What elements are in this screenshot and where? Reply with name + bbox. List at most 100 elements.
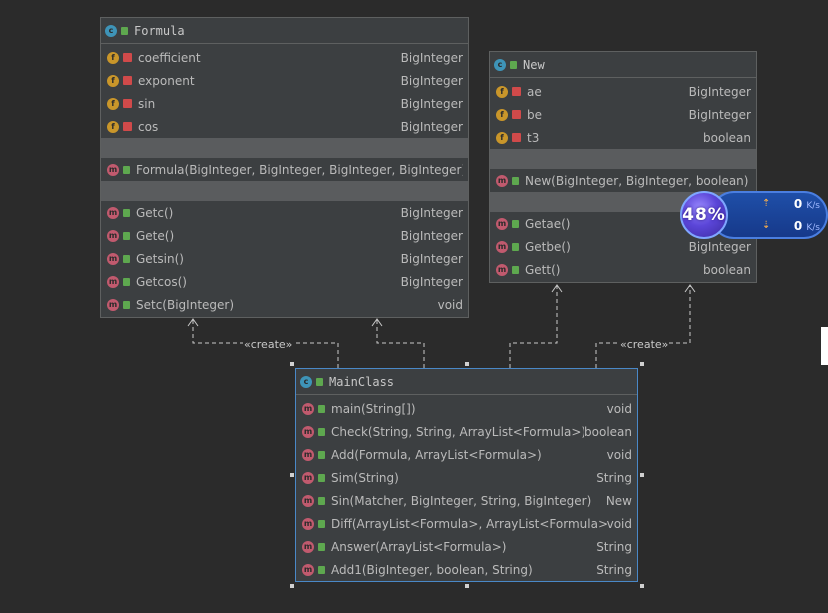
method-icon: m [107, 163, 119, 176]
dependency-line [509, 286, 558, 368]
class-new[interactable]: c New f ae BigInteger f be BigInteger f t3 boo… [489, 51, 757, 283]
method-row[interactable]: m Sin(Matcher, BigInteger, String, BigInt… [296, 489, 637, 512]
public-icon [318, 519, 325, 528]
field-row[interactable]: f t3 boolean [490, 126, 756, 149]
field-type: BigInteger [400, 73, 463, 88]
field-name: ae [527, 84, 542, 99]
return-type: void [606, 516, 632, 531]
constructor-row[interactable]: m Formula(BigInteger, BigInteger, BigInte… [101, 158, 468, 181]
create-label: «create» [619, 338, 670, 351]
network-speed-widget[interactable]: ⇡ ⇣ 0 K/s 0 K/s 48% [680, 189, 828, 241]
method-row[interactable]: m Gete() BigInteger [101, 224, 468, 247]
return-type: BigInteger [400, 228, 463, 243]
resize-handle[interactable] [640, 362, 644, 366]
private-icon [512, 87, 521, 96]
constructor-signature: Formula(BigInteger, BigInteger, BigInteg… [136, 162, 463, 177]
class-header: c New [490, 52, 756, 78]
field-row[interactable]: f ae BigInteger [490, 80, 756, 103]
public-icon [510, 60, 517, 69]
method-row[interactable]: m Getsin() BigInteger [101, 247, 468, 270]
method-signature: Gete() [136, 228, 175, 243]
upload-speed: 0 K/s [794, 197, 820, 211]
usage-percent: 48% [682, 205, 726, 225]
field-row[interactable]: f coefficient BigInteger [101, 46, 468, 69]
method-signature: Answer(ArrayList<Formula>) [331, 539, 507, 554]
method-icon: m [302, 517, 314, 530]
field-row[interactable]: f be BigInteger [490, 103, 756, 126]
class-icon: c [300, 375, 312, 388]
field-name: cos [138, 119, 159, 134]
class-icon: c [494, 58, 506, 71]
method-icon: m [107, 275, 119, 288]
method-row[interactable]: m Sim(String) String [296, 466, 637, 489]
return-type: New [605, 493, 632, 508]
method-row[interactable]: m Add(Formula, ArrayList<Formula>) void [296, 443, 637, 466]
field-row[interactable]: f sin BigInteger [101, 92, 468, 115]
method-row[interactable]: m Answer(ArrayList<Formula>) String [296, 535, 637, 558]
return-type: String [596, 470, 632, 485]
public-icon [316, 377, 323, 386]
method-signature: Add1(BigInteger, boolean, String) [331, 562, 533, 577]
class-header: c MainClass [296, 369, 637, 395]
edge-tab[interactable] [821, 327, 828, 365]
usage-dial: 48% [680, 191, 728, 239]
return-type: BigInteger [688, 239, 751, 254]
method-icon: m [496, 217, 508, 230]
class-formula[interactable]: c Formula f coefficient BigInteger f expone… [100, 17, 469, 318]
public-icon [512, 242, 519, 251]
create-label: «create» [243, 338, 294, 351]
method-row[interactable]: m Check(String, String, ArrayList<Formula… [296, 420, 637, 443]
field-row[interactable]: f cos BigInteger [101, 115, 468, 138]
resize-handle[interactable] [640, 584, 644, 588]
method-row[interactable]: m Add1(BigInteger, boolean, String) String [296, 558, 637, 581]
resize-handle[interactable] [290, 473, 294, 477]
public-icon [123, 277, 130, 286]
method-icon: m [107, 298, 119, 311]
resize-handle[interactable] [290, 362, 294, 366]
arrow-head [187, 318, 199, 327]
private-icon [123, 53, 132, 62]
upload-arrow-icon: ⇡ [762, 198, 771, 209]
field-type: BigInteger [400, 96, 463, 111]
method-row[interactable]: m Diff(ArrayList<Formula>, ArrayList<Form… [296, 512, 637, 535]
public-icon [318, 450, 325, 459]
resize-handle[interactable] [290, 584, 294, 588]
method-signature: Add(Formula, ArrayList<Formula>) [331, 447, 542, 462]
field-row[interactable]: f exponent BigInteger [101, 69, 468, 92]
public-icon [512, 265, 519, 274]
arrow-head [371, 318, 383, 327]
method-row[interactable]: m Setc(BigInteger) void [101, 293, 468, 316]
method-icon: m [496, 240, 508, 253]
method-icon: m [302, 540, 314, 553]
class-mainclass[interactable]: c MainClass m main(String[]) void m Check(S… [295, 368, 638, 582]
return-type: boolean [703, 262, 751, 277]
download-arrow-icon: ⇣ [762, 220, 771, 231]
upload-value: 0 [793, 197, 803, 211]
section-separator [101, 181, 468, 201]
public-icon [123, 231, 130, 240]
field-name: sin [138, 96, 156, 111]
method-row[interactable]: m Getc() BigInteger [101, 201, 468, 224]
field-type: BigInteger [400, 119, 463, 134]
method-icon: m [302, 425, 314, 438]
resize-handle[interactable] [640, 473, 644, 477]
dependency-line [376, 320, 425, 368]
method-signature: Sin(Matcher, BigInteger, String, BigInte… [331, 493, 592, 508]
field-name: coefficient [138, 50, 201, 65]
method-icon: m [302, 494, 314, 507]
method-icon: m [302, 563, 314, 576]
create-dependency-line [595, 286, 691, 368]
method-signature: Check(String, String, ArrayList<Formula>… [331, 424, 585, 439]
return-type: BigInteger [400, 205, 463, 220]
method-icon: m [496, 174, 508, 187]
method-row[interactable]: m Gett() boolean [490, 258, 756, 281]
field-type: BigInteger [400, 50, 463, 65]
method-signature: Getcos() [136, 274, 187, 289]
arrow-head [551, 284, 563, 293]
private-icon [123, 76, 132, 85]
method-row[interactable]: m Getcos() BigInteger [101, 270, 468, 293]
public-icon [318, 427, 325, 436]
resize-handle[interactable] [465, 584, 469, 588]
method-row[interactable]: m main(String[]) void [296, 397, 637, 420]
resize-handle[interactable] [465, 362, 469, 366]
